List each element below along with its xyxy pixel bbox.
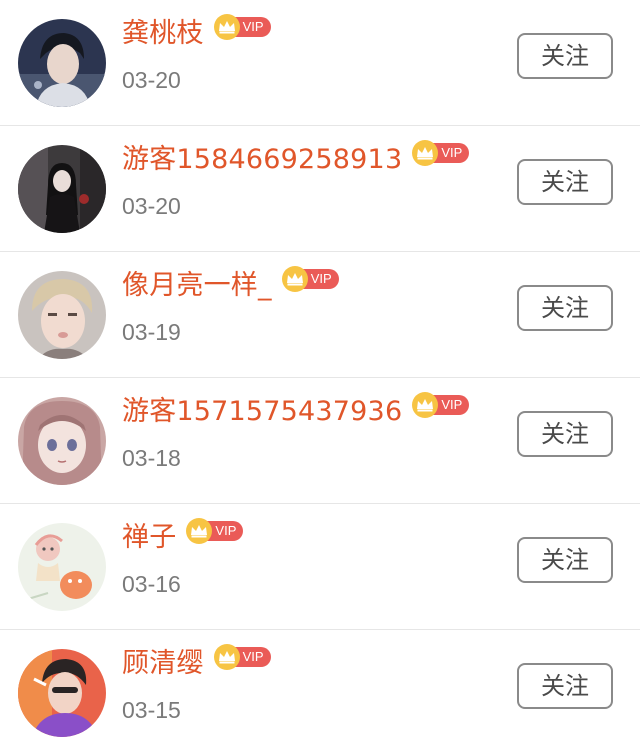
- avatar[interactable]: [18, 649, 106, 737]
- follow-button[interactable]: 关注: [517, 663, 613, 709]
- user-list: 龚桃枝 VIP 03-20 关注 游客1584669258913 VIP 03-…: [0, 0, 640, 745]
- follow-button[interactable]: 关注: [517, 33, 613, 79]
- list-item[interactable]: 龚桃枝 VIP 03-20 关注: [0, 0, 640, 126]
- user-name[interactable]: 游客1584669258913: [122, 140, 402, 180]
- avatar[interactable]: [18, 523, 106, 611]
- name-line: 禅子 VIP: [122, 518, 244, 558]
- follow-button[interactable]: 关注: [517, 411, 613, 457]
- list-item[interactable]: 游客1571575437936 VIP 03-18 关注: [0, 378, 640, 504]
- name-line: 龚桃枝 VIP: [122, 14, 271, 54]
- user-name[interactable]: 龚桃枝: [122, 14, 204, 54]
- visit-date: 03-19: [122, 319, 181, 345]
- follow-button[interactable]: 关注: [517, 285, 613, 331]
- list-item[interactable]: 禅子 VIP 03-16 关注: [0, 504, 640, 630]
- vip-badge: VIP: [412, 140, 470, 166]
- vip-badge: VIP: [412, 392, 470, 418]
- avatar[interactable]: [18, 271, 106, 359]
- name-line: 顾清缨 VIP: [122, 644, 271, 684]
- avatar[interactable]: [18, 145, 106, 233]
- visit-date: 03-15: [122, 697, 181, 723]
- visit-date: 03-18: [122, 445, 181, 471]
- visit-date: 03-20: [122, 67, 181, 93]
- name-line: 游客1584669258913 VIP: [122, 140, 470, 180]
- crown-icon: [213, 644, 240, 670]
- crown-icon: [213, 14, 240, 40]
- follow-button[interactable]: 关注: [517, 159, 613, 205]
- vip-badge: VIP: [213, 14, 271, 40]
- vip-badge: VIP: [186, 518, 244, 544]
- crown-icon: [281, 266, 308, 292]
- name-line: 像月亮一样_ VIP: [122, 266, 339, 306]
- user-name[interactable]: 游客1571575437936: [122, 392, 402, 432]
- avatar[interactable]: [18, 397, 106, 485]
- list-item[interactable]: 游客1584669258913 VIP 03-20 关注: [0, 126, 640, 252]
- user-name[interactable]: 顾清缨: [122, 644, 204, 684]
- vip-badge: VIP: [213, 644, 271, 670]
- list-item[interactable]: 像月亮一样_ VIP 03-19 关注: [0, 252, 640, 378]
- avatar[interactable]: [18, 19, 106, 107]
- list-item[interactable]: 顾清缨 VIP 03-15 关注: [0, 630, 640, 756]
- visit-date: 03-20: [122, 193, 181, 219]
- visit-date: 03-16: [122, 571, 181, 597]
- user-name[interactable]: 像月亮一样_: [122, 266, 272, 306]
- follow-button[interactable]: 关注: [517, 537, 613, 583]
- name-line: 游客1571575437936 VIP: [122, 392, 470, 432]
- vip-badge: VIP: [281, 266, 339, 292]
- user-name[interactable]: 禅子: [122, 518, 176, 558]
